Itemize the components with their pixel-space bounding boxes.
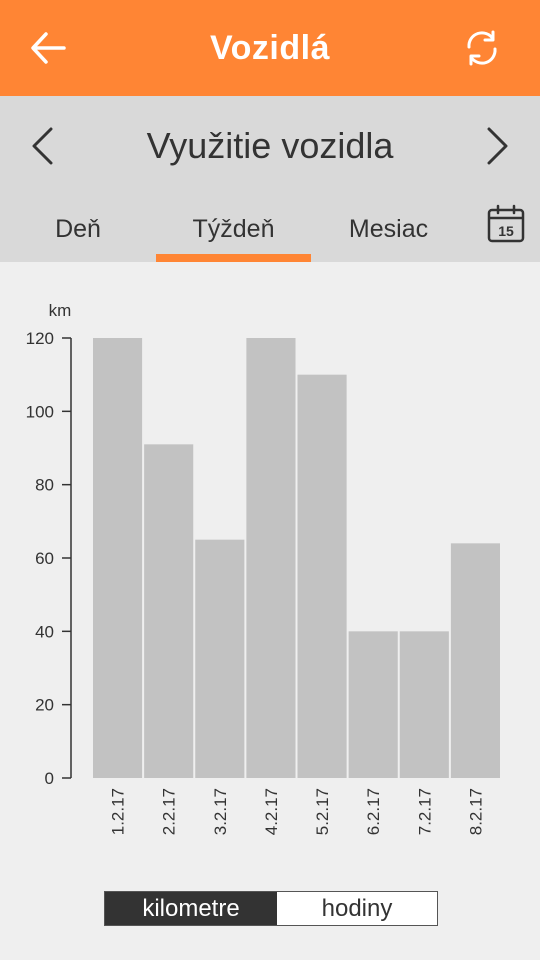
previous-button[interactable]: [22, 124, 62, 168]
section-title: Využitie vozidla: [146, 125, 394, 166]
y-tick-label: 20: [35, 696, 54, 715]
chevron-right-icon: [487, 127, 508, 165]
y-tick-label: 0: [45, 769, 54, 788]
y-axis-label: km: [49, 301, 72, 320]
period-navigator: Využitie vozidla: [0, 96, 540, 196]
app-bar: Vozidlá: [0, 0, 540, 96]
x-tick-label: 3.2.17: [211, 788, 230, 835]
bar: [348, 631, 398, 778]
y-tick-label: 100: [26, 402, 54, 421]
arrow-left-icon: [31, 32, 66, 64]
toggle-kilometers[interactable]: kilometre: [105, 892, 277, 925]
calendar-day-label: 15: [498, 223, 514, 239]
y-tick-label: 60: [35, 549, 54, 568]
toggle-hours[interactable]: hodiny: [277, 892, 437, 925]
tab-week[interactable]: Týždeň: [156, 196, 311, 262]
bar: [195, 539, 245, 778]
calendar-icon: 15: [487, 204, 525, 243]
x-tick-label: 6.2.17: [364, 788, 383, 835]
bar: [297, 374, 347, 778]
bar: [93, 338, 143, 778]
y-tick-label: 40: [35, 622, 54, 641]
x-tick-label: 1.2.17: [109, 788, 128, 835]
bar: [450, 543, 500, 778]
refresh-icon: [467, 30, 497, 66]
usage-chart: km 0 20 40 60 80 100 120 1.2.17 2.2.17 3.2.17 4.2.1…: [0, 262, 540, 862]
y-tick-label: 120: [26, 329, 54, 348]
unit-toggle: kilometre hodiny: [104, 891, 438, 926]
bar-chart: km 0 20 40 60 80 100 120 1.2.17 2.2.17 3.2.17 4.2.1…: [26, 301, 500, 835]
subheader: Využitie vozidla Deň Týždeň Mesiac 15: [0, 96, 540, 262]
calendar-button[interactable]: 15: [486, 204, 526, 244]
back-button[interactable]: [24, 24, 72, 72]
tab-month[interactable]: Mesiac: [311, 196, 466, 262]
x-tick-label: 2.2.17: [160, 788, 179, 835]
next-button[interactable]: [478, 124, 518, 168]
x-tick-label: 8.2.17: [466, 788, 485, 835]
tab-day[interactable]: Deň: [0, 196, 156, 262]
period-tabs: Deň Týždeň Mesiac 15: [0, 196, 540, 262]
x-tick-label: 7.2.17: [415, 788, 434, 835]
bar: [144, 444, 194, 778]
x-tick-label: 5.2.17: [313, 788, 332, 835]
app-title: Vozidlá: [210, 28, 330, 67]
x-tick-label: 4.2.17: [262, 788, 281, 835]
refresh-button[interactable]: [458, 24, 506, 72]
bar: [246, 338, 296, 778]
y-tick-label: 80: [35, 476, 54, 495]
chevron-left-icon: [32, 127, 53, 165]
bar: [399, 631, 449, 778]
